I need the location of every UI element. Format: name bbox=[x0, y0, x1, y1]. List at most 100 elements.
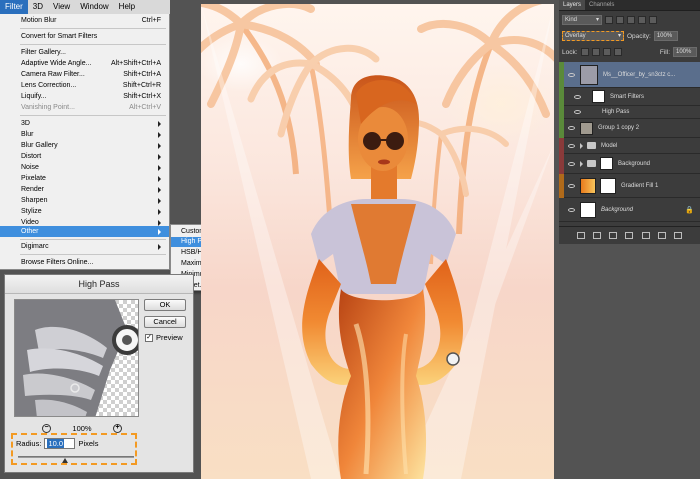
menu-help[interactable]: Help bbox=[114, 0, 140, 14]
submenu-arrow-icon bbox=[158, 142, 161, 149]
zoom-level: 100% bbox=[72, 424, 92, 433]
menu-item-motion-blur[interactable]: Motion Blur Ctrl+F bbox=[0, 15, 169, 26]
menu-window[interactable]: Window bbox=[75, 0, 113, 14]
expand-arrow-icon[interactable] bbox=[580, 160, 583, 167]
menu-item-distort[interactable]: Distort bbox=[0, 151, 169, 162]
menu-item-digimarc[interactable]: Digimarc bbox=[0, 241, 169, 252]
layer-row-smart-object[interactable]: Ms__Officer_by_sn3ctz c... bbox=[559, 61, 700, 88]
lock-pixels-icon[interactable] bbox=[591, 48, 600, 56]
tab-channels[interactable]: Channels bbox=[585, 0, 618, 10]
dialog-title: High Pass bbox=[5, 275, 193, 294]
layer-row-high-pass[interactable]: High Pass bbox=[559, 105, 700, 119]
menu-separator bbox=[20, 28, 166, 29]
menu-item-convert-smart-filters[interactable]: Convert for Smart Filters bbox=[0, 31, 169, 42]
menu-3d[interactable]: 3D bbox=[28, 0, 48, 14]
menu-item-adaptive-wide-angle[interactable]: Adaptive Wide Angle... Alt+Shift+Ctrl+A bbox=[0, 58, 169, 69]
chevron-down-icon: ▾ bbox=[595, 17, 599, 23]
visibility-toggle[interactable] bbox=[564, 65, 578, 84]
panel-tabs: Layers Channels bbox=[559, 0, 700, 11]
submenu-arrow-icon bbox=[158, 228, 161, 235]
submenu-arrow-icon bbox=[158, 120, 161, 127]
filter-kind-select[interactable]: Kind ▾ bbox=[562, 15, 602, 25]
menu-item-other[interactable]: Other bbox=[0, 226, 169, 237]
high-pass-dialog: High Pass OK Cancel ✓ Preview − 100% + R… bbox=[4, 274, 194, 473]
menu-item-camera-raw-filter[interactable]: Camera Raw Filter... Shift+Ctrl+A bbox=[0, 69, 169, 80]
menu-item-liquify[interactable]: Liquify... Shift+Ctrl+X bbox=[0, 91, 169, 102]
delete-layer-icon[interactable] bbox=[673, 232, 682, 239]
menu-item-blur[interactable]: Blur bbox=[0, 129, 169, 140]
new-layer-icon[interactable] bbox=[657, 232, 666, 239]
filter-menu: Motion Blur Ctrl+F Convert for Smart Fil… bbox=[0, 14, 170, 270]
cancel-button[interactable]: Cancel bbox=[144, 316, 186, 328]
layer-thumbnail bbox=[580, 201, 596, 218]
preview-checkbox[interactable]: ✓ Preview bbox=[145, 333, 183, 342]
menu-item-sharpen[interactable]: Sharpen bbox=[0, 195, 169, 206]
opacity-input[interactable]: 100% bbox=[653, 31, 678, 41]
menu-separator bbox=[20, 254, 166, 255]
menu-item-noise[interactable]: Noise bbox=[0, 162, 169, 173]
menu-item-3d[interactable]: 3D bbox=[0, 118, 169, 129]
folder-icon bbox=[587, 160, 596, 167]
filter-adjustment-icon[interactable] bbox=[616, 16, 624, 24]
layer-row-model[interactable]: Model bbox=[559, 136, 700, 155]
visibility-toggle[interactable] bbox=[564, 200, 578, 219]
submenu-arrow-icon bbox=[158, 164, 161, 171]
layer-style-icon[interactable] bbox=[593, 232, 602, 239]
lock-all-icon[interactable] bbox=[613, 48, 622, 56]
tab-layers[interactable]: Layers bbox=[559, 0, 586, 10]
menu-item-pixelate[interactable]: Pixelate bbox=[0, 173, 169, 184]
layer-thumbnail bbox=[580, 121, 593, 135]
menu-item-filter-gallery[interactable]: Filter Gallery... bbox=[0, 47, 169, 58]
menu-separator bbox=[20, 44, 166, 45]
canvas-artwork bbox=[201, 4, 554, 479]
zoom-out-icon[interactable]: − bbox=[42, 424, 51, 433]
visibility-toggle[interactable] bbox=[564, 136, 578, 155]
expand-arrow-icon[interactable] bbox=[580, 142, 583, 149]
preview-image bbox=[15, 300, 138, 416]
lock-transparency-icon[interactable] bbox=[580, 48, 589, 56]
layer-row-gradient-fill[interactable]: Gradient Fill 1 bbox=[559, 173, 700, 198]
blend-mode-select[interactable]: Overlay ▾ bbox=[562, 31, 624, 41]
new-group-icon[interactable] bbox=[641, 232, 650, 239]
fill-input[interactable]: 100% bbox=[673, 47, 697, 57]
filter-mask-thumbnail bbox=[592, 90, 605, 103]
filter-pixel-icon[interactable] bbox=[605, 16, 613, 24]
layer-mask-thumbnail bbox=[600, 157, 613, 170]
menu-filter[interactable]: Filter bbox=[0, 0, 28, 14]
filter-smart-icon[interactable] bbox=[649, 16, 657, 24]
checkbox-checked-icon: ✓ bbox=[145, 333, 153, 342]
link-layers-icon[interactable] bbox=[577, 232, 586, 239]
menu-item-stylize[interactable]: Stylize bbox=[0, 206, 169, 217]
ok-button[interactable]: OK bbox=[144, 299, 186, 311]
eye-icon bbox=[573, 94, 581, 99]
menu-bar: Filter 3D View Window Help bbox=[0, 0, 170, 14]
filter-preview[interactable] bbox=[14, 299, 139, 417]
layer-row-group-copy[interactable]: Group 1 copy 2 bbox=[559, 118, 700, 138]
document-canvas[interactable] bbox=[201, 4, 554, 479]
add-mask-icon[interactable] bbox=[609, 232, 618, 239]
layer-row-background[interactable]: Background 🔒 bbox=[559, 198, 700, 222]
visibility-toggle[interactable] bbox=[564, 176, 578, 195]
zoom-in-icon[interactable]: + bbox=[113, 424, 122, 433]
lock-position-icon[interactable] bbox=[602, 48, 611, 56]
filter-type-icon[interactable] bbox=[627, 16, 635, 24]
visibility-toggle[interactable] bbox=[564, 154, 578, 173]
layer-row-background-group[interactable]: Background bbox=[559, 153, 700, 174]
menu-item-render[interactable]: Render bbox=[0, 184, 169, 195]
visibility-toggle[interactable] bbox=[564, 119, 578, 138]
gradient-thumbnail bbox=[580, 177, 596, 194]
blend-row: Overlay ▾ Opacity: 100% bbox=[559, 29, 700, 43]
filter-shape-icon[interactable] bbox=[638, 16, 646, 24]
menu-item-lens-correction[interactable]: Lens Correction... Shift+Ctrl+R bbox=[0, 80, 169, 91]
zoom-controls: − 100% + bbox=[42, 424, 122, 433]
menu-item-browse-filters[interactable]: Browse Filters Online... bbox=[0, 257, 169, 268]
adjustment-layer-icon[interactable] bbox=[625, 232, 634, 239]
eye-icon bbox=[567, 126, 575, 130]
lock-row: Lock: Fill: 100% bbox=[559, 45, 700, 59]
eye-icon bbox=[567, 183, 575, 188]
menu-view[interactable]: View bbox=[48, 0, 75, 14]
menu-item-blur-gallery[interactable]: Blur Gallery bbox=[0, 140, 169, 151]
layers-panel: Layers Channels Kind ▾ Overlay ▾ Opacity: … bbox=[559, 0, 700, 244]
opacity-label: Opacity: bbox=[627, 32, 651, 40]
eye-icon bbox=[573, 110, 581, 114]
